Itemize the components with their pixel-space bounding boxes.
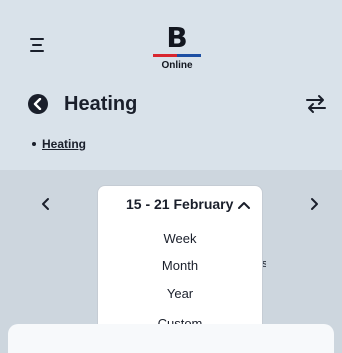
breadcrumb-link-heating[interactable]: Heating	[42, 137, 86, 151]
app-root: B Online Heating Heating 15 - 21 Februar…	[0, 0, 342, 353]
bottom-card	[8, 324, 334, 353]
option-month[interactable]: Month	[98, 254, 262, 278]
chevron-up-icon	[237, 198, 251, 216]
date-range-select[interactable]: 15 - 21 February	[97, 185, 263, 221]
bullet-icon	[32, 141, 36, 146]
back-circle-icon[interactable]	[28, 94, 48, 114]
breadcrumb: Heating	[32, 137, 86, 151]
title-row: Heating	[28, 92, 328, 116]
option-year[interactable]: Year	[98, 282, 262, 306]
logo-subtitle: Online	[161, 60, 193, 71]
chevron-right-icon[interactable]	[306, 196, 322, 212]
brand-logo[interactable]: B Online	[149, 24, 205, 72]
date-range-label: 15 - 21 February	[126, 196, 234, 212]
top-bar: B Online	[0, 0, 342, 80]
logo-letter: B	[166, 21, 188, 54]
swap-arrows-icon[interactable]	[304, 93, 328, 115]
chevron-left-icon[interactable]	[38, 196, 54, 212]
page-title: Heating	[64, 93, 138, 115]
logo-color-bar	[153, 54, 201, 57]
option-week[interactable]: Week	[98, 227, 262, 251]
hamburger-icon[interactable]	[30, 38, 46, 52]
